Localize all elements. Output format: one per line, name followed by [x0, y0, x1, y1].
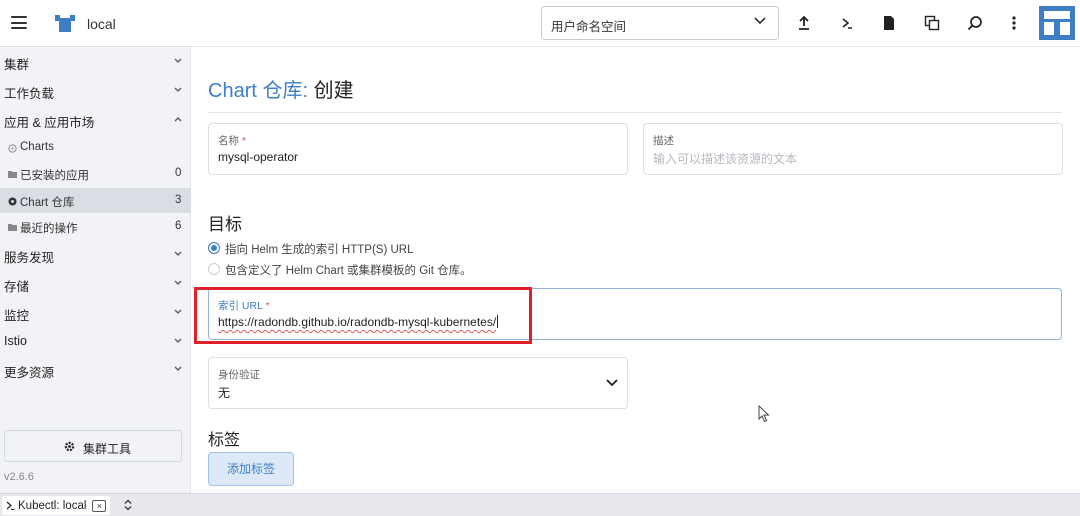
sidebar-group-label: 应用 & 应用市场 [4, 116, 95, 130]
page-title: Chart 仓库: 创建 [208, 74, 354, 103]
sidebar-item-label: 已安装的应用 [20, 170, 89, 182]
sidebar-group-storage[interactable]: 存储 [0, 271, 191, 297]
cluster-tools-button[interactable]: 集群工具 [4, 430, 182, 462]
index-url-value: https://radondb.github.io/radondb-mysql-… [218, 315, 497, 329]
sidebar-item-label: 最近的操作 [20, 223, 78, 235]
chevron-up-icon [174, 117, 182, 122]
sidebar-group-monitoring[interactable]: 监控 [0, 300, 191, 326]
name-field-label: 名称 * [218, 133, 246, 148]
sidebar-group-service-discovery[interactable]: 服务发现 [0, 242, 191, 268]
radio-button[interactable] [208, 242, 220, 254]
namespace-select-value: 用户命名空间 [551, 20, 627, 34]
more-vertical-icon[interactable] [1003, 12, 1025, 34]
name-field-label-text: 名称 [218, 135, 239, 147]
description-field-placeholder: 输入可以描述该资源的文本 [653, 152, 798, 166]
sidebar-item-installed-apps[interactable]: 已安装的应用 0 [0, 161, 191, 186]
kubectl-tab-label: Kubectl: local [18, 499, 87, 512]
sidebar-item-count: 3 [175, 194, 182, 206]
close-icon[interactable]: × [92, 499, 107, 512]
terminal-icon [6, 501, 15, 510]
sidebar: 集群 工作负载 应用 & 应用市场 Charts 已安装的应用 0 Chart … [0, 47, 191, 493]
gear-icon [64, 441, 75, 452]
menu-icon[interactable] [11, 16, 27, 29]
mouse-cursor-icon [758, 405, 770, 423]
index-url-label: 索引 URL * [218, 298, 270, 313]
version-label: v2.6.6 [4, 471, 34, 483]
radio-button[interactable] [208, 263, 220, 275]
sidebar-group-cluster[interactable]: 集群 [0, 49, 191, 75]
sidebar-item-recent-operations[interactable]: 最近的操作 6 [0, 214, 191, 239]
sidebar-group-label: Istio [4, 334, 27, 348]
authentication-label: 身份验证 [218, 369, 260, 381]
chevron-down-icon [174, 366, 182, 371]
description-field[interactable]: 描述 输入可以描述该资源的文本 [643, 123, 1063, 175]
sidebar-group-label: 监控 [4, 309, 30, 323]
radio-label: 包含定义了 Helm Chart 或集群模板的 Git 仓库。 [225, 265, 472, 277]
chevron-down-icon [174, 309, 182, 314]
index-url-field[interactable]: 索引 URL * https://radondb.github.io/radon… [208, 288, 1062, 340]
folder-icon [8, 224, 17, 231]
rancher-brand-icon[interactable] [1039, 6, 1075, 40]
target-option-helm-index[interactable]: 指向 Helm 生成的索引 HTTP(S) URL [208, 239, 468, 257]
index-url-value-wrap: https://radondb.github.io/radondb-mysql-… [218, 315, 499, 329]
labels-heading: 标签 [208, 432, 241, 449]
chevron-down-icon [174, 58, 182, 63]
sidebar-group-label: 更多资源 [4, 366, 55, 380]
page-title-resource[interactable]: Chart 仓库: [208, 80, 308, 102]
add-label-button[interactable]: 添加标签 [208, 452, 294, 486]
radio-label: 指向 Helm 生成的索引 HTTP(S) URL [225, 244, 414, 256]
sidebar-group-label: 工作负载 [4, 87, 55, 101]
sidebar-item-label: Charts [20, 141, 54, 153]
target-option-git-repo[interactable]: 包含定义了 Helm Chart 或集群模板的 Git 仓库。 [208, 260, 508, 278]
description-field-label: 描述 [653, 135, 674, 147]
sidebar-item-label: Chart 仓库 [20, 197, 75, 209]
authentication-select[interactable]: 身份验证 无 [208, 357, 628, 409]
name-field-value: mysql-operator [218, 150, 299, 164]
expand-collapse-icon[interactable] [123, 499, 133, 511]
cluster-name[interactable]: local [87, 16, 116, 32]
target-heading: 目标 [208, 215, 242, 234]
repo-icon [8, 197, 17, 206]
sidebar-group-workload[interactable]: 工作负载 [0, 78, 191, 104]
required-marker: * [241, 135, 247, 147]
chevron-down-icon [174, 280, 182, 285]
name-field[interactable]: 名称 * mysql-operator [208, 123, 628, 175]
terminal-icon[interactable] [836, 12, 858, 34]
page-title-action: 创建 [313, 80, 354, 102]
sidebar-group-label: 服务发现 [4, 251, 55, 265]
footer-bar: Kubectl: local × [0, 493, 1080, 516]
search-icon[interactable] [964, 12, 986, 34]
sidebar-item-count: 0 [175, 167, 182, 179]
chevron-down-icon [174, 87, 182, 92]
chevron-down-icon [754, 17, 766, 25]
index-url-label-text: 索引 URL [218, 300, 263, 312]
folder-icon [8, 171, 17, 178]
sidebar-item-charts[interactable]: Charts [0, 135, 191, 160]
sidebar-group-label: 存储 [4, 280, 30, 294]
sidebar-group-istio[interactable]: Istio [0, 329, 191, 355]
chevron-down-icon [174, 338, 182, 343]
kubectl-tab[interactable]: Kubectl: local × [2, 496, 111, 515]
upload-icon[interactable] [793, 12, 815, 34]
cluster-logo-icon [55, 15, 75, 32]
required-marker: * [265, 300, 270, 312]
top-header: local 用户命名空间 [0, 0, 1080, 47]
sidebar-group-label: 集群 [4, 58, 30, 72]
sidebar-group-apps[interactable]: 应用 & 应用市场 [0, 107, 191, 133]
sidebar-item-chart-repos[interactable]: Chart 仓库 3 [0, 188, 191, 213]
chevron-down-icon [606, 379, 618, 387]
file-icon[interactable] [878, 12, 900, 34]
sidebar-item-count: 6 [175, 220, 182, 232]
title-divider [208, 112, 1062, 113]
chevron-down-icon [174, 251, 182, 256]
text-caret [497, 315, 499, 328]
main-content: Chart 仓库: 创建 名称 * mysql-operator 描述 输入可以… [192, 47, 1080, 493]
cluster-tools-label: 集群工具 [83, 442, 132, 456]
charts-icon [8, 144, 17, 153]
authentication-value: 无 [218, 386, 231, 400]
namespace-select[interactable]: 用户命名空间 [541, 6, 779, 40]
copy-icon[interactable] [921, 12, 943, 34]
sidebar-group-more-resources[interactable]: 更多资源 [0, 357, 191, 383]
